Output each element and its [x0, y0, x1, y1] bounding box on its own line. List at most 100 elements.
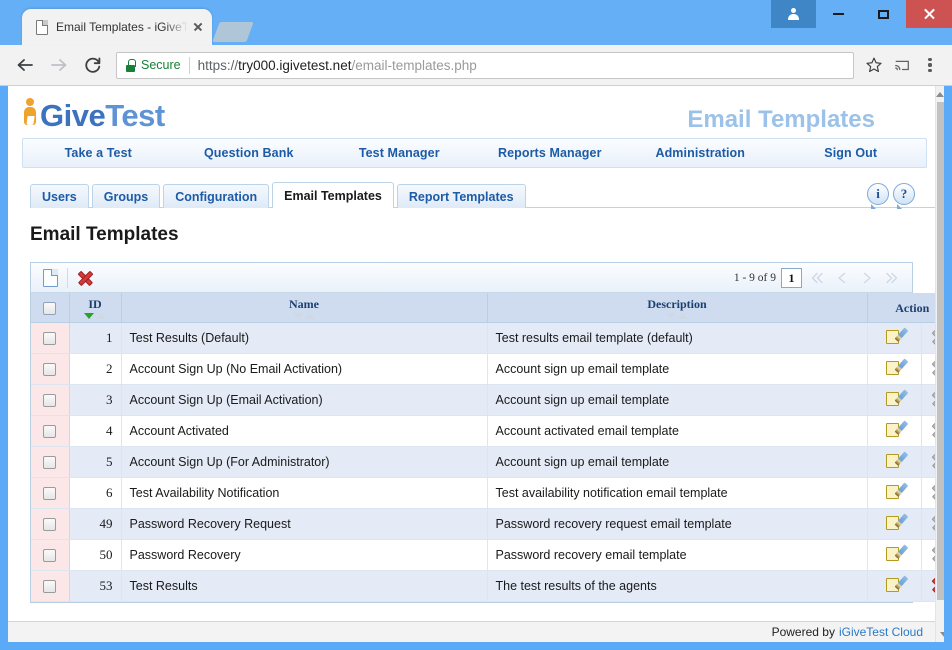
- row-select-cell[interactable]: [31, 353, 70, 385]
- tab-email-templates[interactable]: Email Templates: [272, 182, 394, 208]
- previous-page-button[interactable]: [832, 268, 852, 288]
- sort-desc-icon[interactable]: [84, 313, 94, 319]
- row-edit-cell[interactable]: [867, 508, 922, 540]
- row-select-cell[interactable]: [31, 539, 70, 571]
- sort-asc-icon[interactable]: [678, 313, 688, 319]
- next-page-button[interactable]: [857, 268, 877, 288]
- row-select-cell[interactable]: [31, 384, 70, 416]
- row-select-cell[interactable]: [31, 570, 70, 602]
- info-icon[interactable]: i: [867, 183, 889, 209]
- row-id: 53: [69, 570, 122, 602]
- row-checkbox[interactable]: [43, 394, 57, 408]
- column-id[interactable]: ID: [69, 293, 122, 323]
- browser-tab[interactable]: Email Templates - iGiveTest: [22, 9, 212, 45]
- select-all-checkbox[interactable]: [43, 302, 57, 316]
- row-delete-cell[interactable]: [921, 570, 935, 602]
- nav-item-sign-out[interactable]: Sign Out: [776, 146, 927, 160]
- footer-link[interactable]: iGiveTest Cloud: [839, 625, 923, 639]
- row-edit-cell[interactable]: [867, 322, 922, 354]
- back-button[interactable]: [8, 48, 42, 82]
- tab-users[interactable]: Users: [30, 184, 89, 208]
- nav-item-reports-manager[interactable]: Reports Manager: [475, 146, 626, 160]
- row-checkbox[interactable]: [43, 332, 57, 346]
- maximize-button[interactable]: [861, 0, 906, 28]
- row-name: Account Sign Up (For Administrator): [121, 446, 488, 478]
- row-checkbox[interactable]: [43, 549, 57, 563]
- tab-configuration[interactable]: Configuration: [163, 184, 270, 208]
- row-checkbox[interactable]: [43, 425, 57, 439]
- nav-item-administration[interactable]: Administration: [625, 146, 776, 160]
- browser-menu-button[interactable]: [916, 51, 944, 79]
- row-edit-cell[interactable]: [867, 539, 922, 571]
- row-checkbox[interactable]: [43, 580, 57, 594]
- row-checkbox[interactable]: [43, 456, 57, 470]
- help-icon[interactable]: ?: [893, 183, 915, 209]
- column-select-all[interactable]: [31, 293, 70, 323]
- table-row[interactable]: 2 Account Sign Up (No Email Activation) Ac…: [31, 353, 935, 385]
- scrollbar-thumb[interactable]: [937, 102, 944, 600]
- edit-icon[interactable]: [885, 482, 908, 500]
- row-checkbox[interactable]: [43, 518, 57, 532]
- edit-icon[interactable]: [885, 358, 908, 376]
- table-row[interactable]: 3 Account Sign Up (Email Activation) Accou…: [31, 384, 935, 416]
- scroll-up-button[interactable]: [936, 86, 944, 102]
- bookmark-button[interactable]: [860, 51, 888, 79]
- sort-desc-icon[interactable]: [666, 313, 676, 319]
- delete-selected-button[interactable]: [72, 266, 98, 290]
- row-edit-cell[interactable]: [867, 477, 922, 509]
- nav-item-test-manager[interactable]: Test Manager: [324, 146, 475, 160]
- edit-icon[interactable]: [885, 327, 908, 345]
- last-page-button[interactable]: [882, 268, 902, 288]
- tab-report-templates[interactable]: Report Templates: [396, 184, 526, 208]
- minimize-button[interactable]: [816, 0, 861, 28]
- row-select-cell[interactable]: [31, 446, 70, 478]
- sort-asc-icon[interactable]: [305, 313, 315, 319]
- tab-groups[interactable]: Groups: [91, 184, 161, 208]
- column-description[interactable]: Description: [487, 293, 868, 323]
- close-tab-icon[interactable]: [190, 19, 206, 35]
- table-row[interactable]: 6 Test Availability Notification Test avai…: [31, 477, 935, 509]
- edit-icon[interactable]: [885, 389, 908, 407]
- row-edit-cell[interactable]: [867, 353, 922, 385]
- row-edit-cell[interactable]: [867, 384, 922, 416]
- first-page-button[interactable]: [807, 268, 827, 288]
- table-row[interactable]: 49 Password Recovery Request Password reco…: [31, 508, 935, 540]
- table-row[interactable]: 1 Test Results (Default) Test results emai…: [31, 322, 935, 354]
- page-number-input[interactable]: 1: [781, 267, 802, 288]
- row-select-cell[interactable]: [31, 477, 70, 509]
- edit-icon[interactable]: [885, 513, 908, 531]
- sort-desc-icon[interactable]: [293, 313, 303, 319]
- table-row[interactable]: 50 Password Recovery Password recovery ema…: [31, 539, 935, 571]
- cast-button[interactable]: [888, 51, 916, 79]
- address-bar[interactable]: Secure https://try000.igivetest.net/emai…: [116, 51, 854, 79]
- close-window-button[interactable]: [906, 0, 952, 28]
- edit-icon[interactable]: [885, 544, 908, 562]
- row-checkbox[interactable]: [43, 363, 57, 377]
- row-select-cell[interactable]: [31, 415, 70, 447]
- table-row[interactable]: 4 Account Activated Account activated emai…: [31, 415, 935, 447]
- edit-icon[interactable]: [885, 575, 908, 593]
- reload-button[interactable]: [76, 48, 110, 82]
- forward-button[interactable]: [42, 48, 76, 82]
- row-checkbox[interactable]: [43, 487, 57, 501]
- new-template-button[interactable]: [37, 266, 63, 290]
- templates-table: ID Name Description Action 1 Test Result…: [31, 293, 935, 602]
- column-name[interactable]: Name: [121, 293, 488, 323]
- profile-button[interactable]: [771, 0, 816, 28]
- row-edit-cell[interactable]: [867, 415, 922, 447]
- table-row[interactable]: 5 Account Sign Up (For Administrator) Acco…: [31, 446, 935, 478]
- row-edit-cell[interactable]: [867, 446, 922, 478]
- sort-asc-icon[interactable]: [96, 313, 106, 319]
- row-description: Account sign up email template: [487, 384, 868, 416]
- nav-item-take-a-test[interactable]: Take a Test: [23, 146, 174, 160]
- page-scrollbar[interactable]: [935, 86, 944, 642]
- scroll-down-button[interactable]: [936, 626, 944, 642]
- row-edit-cell[interactable]: [867, 570, 922, 602]
- edit-icon[interactable]: [885, 451, 908, 469]
- edit-icon[interactable]: [885, 420, 908, 438]
- nav-item-question-bank[interactable]: Question Bank: [174, 146, 325, 160]
- row-select-cell[interactable]: [31, 322, 70, 354]
- table-row[interactable]: 53 Test Results The test results of the ag…: [31, 570, 935, 602]
- new-tab-button[interactable]: [212, 22, 254, 42]
- row-select-cell[interactable]: [31, 508, 70, 540]
